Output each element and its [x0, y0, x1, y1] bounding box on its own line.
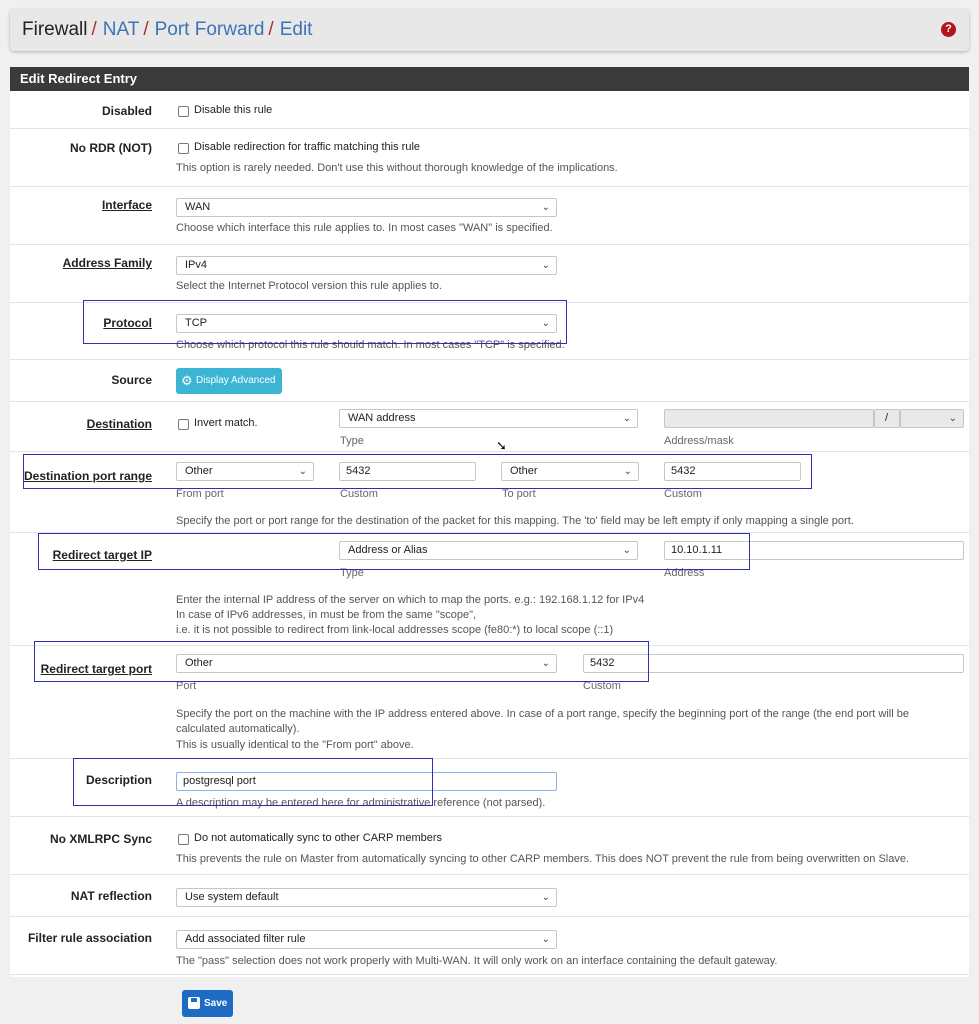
- breadcrumb-separator: /: [143, 19, 149, 40]
- chevron-down-icon: ⌄: [541, 892, 550, 903]
- xmlrpc-label: No XMLRPC Sync: [49, 832, 152, 846]
- save-button[interactable]: Save: [182, 990, 233, 1017]
- destination-mask-select[interactable]: ⌄: [900, 409, 964, 428]
- invert-match-checkbox[interactable]: [178, 419, 189, 430]
- xmlrpc-checkbox[interactable]: [178, 834, 189, 845]
- breadcrumb-separator: /: [91, 19, 97, 40]
- invert-match-label: Invert match.: [194, 417, 258, 429]
- to-port-custom-sub: Custom: [664, 488, 702, 500]
- from-port-custom-sub: Custom: [340, 488, 378, 500]
- nat-reflection-label: NAT reflection: [70, 889, 152, 903]
- redirect-port-help-3: This is usually identical to the "From p…: [176, 739, 414, 751]
- highlight-destination-port-range: [23, 454, 812, 489]
- display-advanced-label: Display Advanced: [196, 375, 276, 386]
- chevron-down-icon: ⌄: [622, 413, 631, 424]
- row-destination: Destination Invert match. WAN address ⌄ …: [10, 402, 969, 452]
- destination-address-sub: Address/mask: [664, 435, 734, 447]
- filter-assoc-help: The "pass" selection does not work prope…: [176, 955, 778, 967]
- address-family-select[interactable]: IPv4 ⌄: [176, 256, 557, 275]
- breadcrumb-firewall: Firewall: [22, 19, 88, 40]
- from-port-sub: From port: [176, 488, 224, 500]
- highlight-redirect-target-ip: [38, 533, 750, 570]
- nordr-checkbox-label: Disable redirection for traffic matching…: [194, 141, 421, 153]
- xmlrpc-help: This prevents the rule on Master from au…: [176, 853, 910, 865]
- destination-type-sub: Type: [340, 435, 364, 447]
- question-circle-icon[interactable]: ?: [941, 22, 956, 37]
- address-family-value: IPv4: [185, 259, 208, 271]
- filter-assoc-label: Filter rule association: [27, 931, 152, 945]
- panel-title: Edit Redirect Entry: [10, 67, 969, 91]
- source-label: Source: [111, 373, 152, 387]
- nordr-label: No RDR (NOT): [70, 141, 152, 155]
- row-disabled: Disabled Disable this rule: [10, 91, 969, 129]
- destination-address-input[interactable]: [664, 409, 874, 428]
- display-advanced-button[interactable]: ⚙ Display Advanced: [176, 368, 282, 394]
- address-family-help: Select the Internet Protocol version thi…: [176, 280, 442, 292]
- gear-icon: ⚙: [181, 373, 193, 388]
- disabled-label: Disabled: [101, 104, 152, 118]
- xmlrpc-checkbox-label: Do not automatically sync to other CARP …: [194, 832, 443, 844]
- disable-rule-checkbox[interactable]: [178, 106, 189, 117]
- redirect-port-help-1: Specify the port on the machine with the…: [176, 708, 909, 720]
- breadcrumb-nat[interactable]: NAT: [103, 19, 140, 41]
- row-address-family: Address Family IPv4 ⌄ Select the Interne…: [10, 245, 969, 303]
- save-icon: [188, 997, 200, 1009]
- highlight-redirect-target-port: [34, 641, 649, 682]
- breadcrumb: Firewall / NAT / Port Forward / Edit ?: [10, 9, 969, 51]
- row-nat-reflection: NAT reflection Use system default ⌄: [10, 875, 969, 917]
- breadcrumb-port-forward[interactable]: Port Forward: [155, 19, 265, 41]
- interface-help: Choose which interface this rule applies…: [176, 222, 553, 234]
- row-source: Source ⚙ Display Advanced: [10, 360, 969, 402]
- redirect-port-help-2: calculated automatically).: [176, 723, 300, 735]
- chevron-down-icon: ⌄: [541, 260, 550, 271]
- edit-redirect-panel: Edit Redirect Entry Disabled Disable thi…: [10, 67, 969, 977]
- disable-rule-checkbox-label: Disable this rule: [194, 104, 273, 116]
- interface-value: WAN: [185, 201, 211, 213]
- chevron-down-icon: ⌄: [541, 934, 550, 945]
- destination-label: Destination: [86, 417, 152, 431]
- address-family-label: Address Family: [62, 256, 152, 270]
- dest-port-help: Specify the port or port range for the d…: [176, 515, 854, 527]
- chevron-down-icon: ⌄: [541, 202, 550, 213]
- save-label: Save: [204, 998, 228, 1009]
- chevron-down-icon: ⌄: [948, 413, 957, 424]
- breadcrumb-edit[interactable]: Edit: [280, 19, 313, 41]
- destination-type-select[interactable]: WAN address ⌄: [339, 409, 638, 428]
- destination-type-value: WAN address: [348, 412, 416, 424]
- nordr-checkbox[interactable]: [178, 143, 189, 154]
- nat-reflection-value: Use system default: [185, 891, 279, 903]
- destination-mask-separator: /: [874, 409, 900, 428]
- interface-label: Interface: [101, 198, 152, 212]
- filter-assoc-value: Add associated filter rule: [185, 933, 306, 945]
- nat-reflection-select[interactable]: Use system default ⌄: [176, 888, 557, 907]
- row-interface: Interface WAN ⌄ Choose which interface t…: [10, 187, 969, 245]
- redirect-ip-help-2: In case of IPv6 addresses, in must be fr…: [176, 609, 477, 621]
- to-port-sub: To port: [502, 488, 536, 500]
- highlight-protocol: [83, 300, 567, 344]
- filter-assoc-select[interactable]: Add associated filter rule ⌄: [176, 930, 557, 949]
- row-xmlrpc: No XMLRPC Sync Do not automatically sync…: [10, 817, 969, 875]
- interface-select[interactable]: WAN ⌄: [176, 198, 557, 217]
- highlight-description: [73, 758, 433, 806]
- row-filter-rule-association: Filter rule association Add associated f…: [10, 917, 969, 975]
- redirect-ip-help-1: Enter the internal IP address of the ser…: [176, 594, 645, 606]
- breadcrumb-separator: /: [268, 19, 274, 40]
- row-nordr: No RDR (NOT) Disable redirection for tra…: [10, 129, 969, 187]
- redirect-ip-help-3: i.e. it is not possible to redirect from…: [176, 624, 614, 636]
- nordr-help: This option is rarely needed. Don't use …: [176, 162, 618, 174]
- mouse-cursor-icon: ➘: [496, 438, 507, 453]
